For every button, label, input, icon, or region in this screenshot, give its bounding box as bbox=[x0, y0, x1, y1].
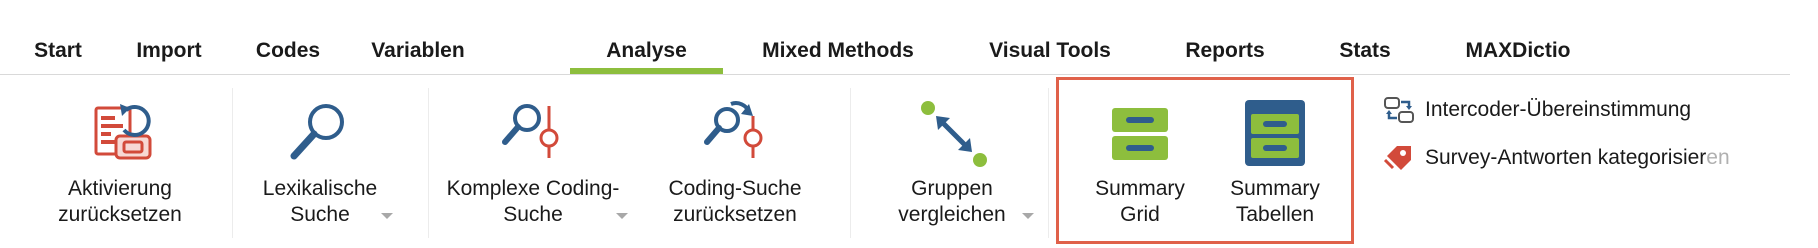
summary-tables-label: Summary Tabellen bbox=[1230, 177, 1320, 226]
tab-variablen[interactable]: Variablen bbox=[368, 36, 468, 66]
compare-groups-dropdown-arrow[interactable] bbox=[1022, 213, 1034, 219]
reset-activation-icon bbox=[82, 94, 158, 170]
compare-groups-button[interactable]: Gruppen vergleichen bbox=[870, 86, 1034, 236]
survey-categorize-label: Survey-Antworten kategorisieren bbox=[1425, 146, 1730, 169]
group-separator bbox=[428, 88, 429, 238]
tab-start[interactable]: Start bbox=[28, 36, 88, 66]
complex-coding-search-icon bbox=[495, 94, 571, 170]
tab-visual-tools[interactable]: Visual Tools bbox=[980, 36, 1120, 66]
group-separator bbox=[232, 88, 233, 238]
summary-grid-icon bbox=[1102, 94, 1178, 170]
lexical-search-label: Lexikalische Suche bbox=[262, 177, 378, 226]
intercoder-icon bbox=[1383, 94, 1415, 126]
compare-groups-label: Gruppen vergleichen bbox=[898, 177, 1006, 226]
compare-groups-icon bbox=[914, 94, 990, 170]
survey-tag-icon bbox=[1383, 142, 1415, 174]
reset-activation-label: Aktivierung zurücksetzen bbox=[58, 177, 182, 226]
survey-categorize-button[interactable]: Survey-Antworten kategorisieren bbox=[1383, 140, 1803, 176]
group-separator bbox=[1048, 88, 1049, 238]
summary-tables-button[interactable]: Summary Tabellen bbox=[1210, 86, 1340, 236]
lexical-search-dropdown-arrow[interactable] bbox=[381, 213, 393, 219]
tab-import[interactable]: Import bbox=[133, 36, 205, 66]
magnifier-icon bbox=[282, 94, 358, 170]
tab-bar-divider bbox=[0, 74, 1790, 75]
tab-reports[interactable]: Reports bbox=[1178, 36, 1272, 66]
reset-coding-search-button[interactable]: Coding-Suche zurücksetzen bbox=[650, 86, 820, 236]
intercoder-agreement-button[interactable]: Intercoder-Übereinstimmung bbox=[1383, 92, 1773, 128]
tab-analyse[interactable]: Analyse bbox=[570, 36, 723, 66]
summary-grid-button[interactable]: Summary Grid bbox=[1080, 86, 1200, 236]
summary-tables-icon bbox=[1237, 94, 1313, 170]
complex-coding-search-label: Komplexe Coding- Suche bbox=[446, 177, 620, 226]
tab-maxdictio[interactable]: MAXDictio bbox=[1455, 36, 1581, 66]
complex-coding-search-dropdown-arrow[interactable] bbox=[616, 213, 628, 219]
app-window: Start Import Codes Variablen Analyse Mix… bbox=[0, 0, 1818, 248]
group-separator bbox=[850, 88, 851, 238]
intercoder-label: Intercoder-Übereinstimmung bbox=[1425, 98, 1692, 121]
reset-coding-search-icon bbox=[697, 94, 773, 170]
reset-activation-button[interactable]: Aktivierung zurücksetzen bbox=[42, 86, 198, 236]
tab-mixed-methods[interactable]: Mixed Methods bbox=[748, 36, 928, 66]
reset-coding-search-label: Coding-Suche zurücksetzen bbox=[668, 177, 802, 226]
tab-codes[interactable]: Codes bbox=[253, 36, 323, 66]
summary-grid-label: Summary Grid bbox=[1095, 177, 1185, 226]
ribbon-tab-bar: Start Import Codes Variablen Analyse Mix… bbox=[0, 0, 1818, 75]
tab-stats[interactable]: Stats bbox=[1332, 36, 1398, 66]
complex-coding-search-button[interactable]: Komplexe Coding- Suche bbox=[438, 86, 628, 236]
lexical-search-button[interactable]: Lexikalische Suche bbox=[250, 86, 390, 236]
